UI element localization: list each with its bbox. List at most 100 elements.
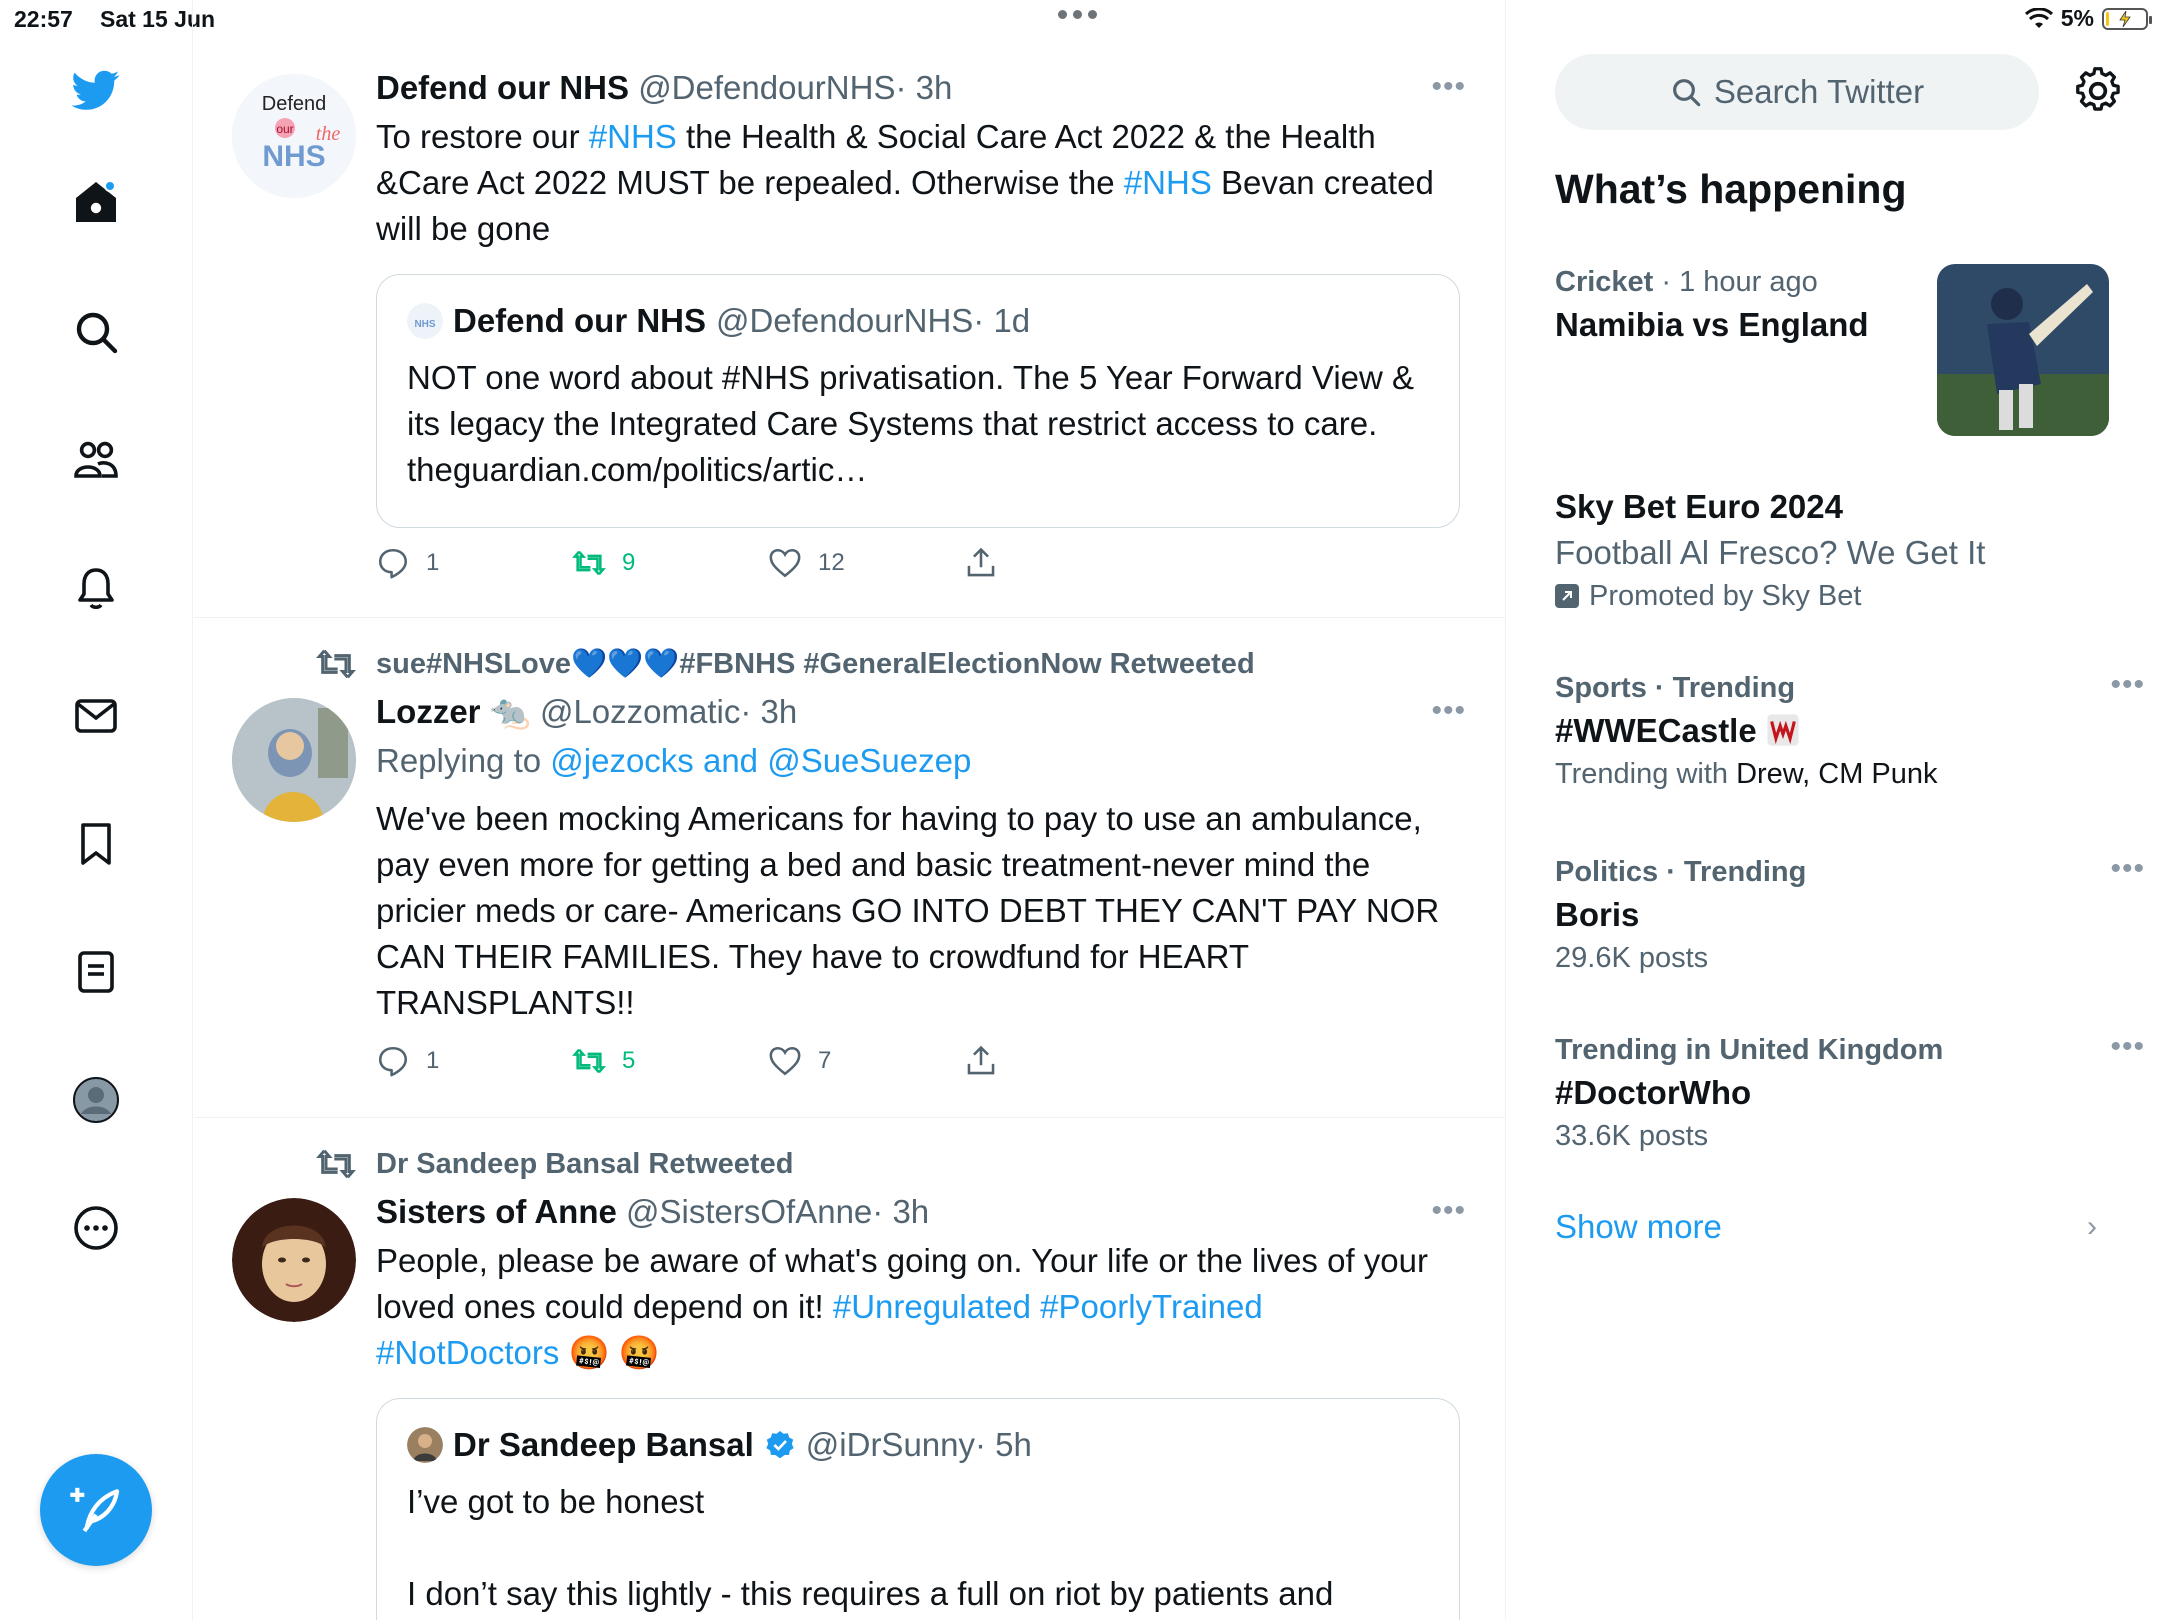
tweet-time[interactable]: · 3h xyxy=(895,69,952,106)
heart-icon xyxy=(769,1046,801,1076)
tweet-card[interactable]: Dr Sandeep Bansal Retweeted Sisters of A… xyxy=(194,1118,1505,1620)
trend-context: Trending in United Kingdom xyxy=(1555,1034,1944,1066)
tweet-more-button[interactable]: ••• xyxy=(1431,694,1466,728)
tweet-content: Lozzer 🐀 @Lozzomatic· 3h Replying to @je… xyxy=(376,690,1456,1026)
trend-post-count: 33.6K posts xyxy=(1555,1120,1709,1152)
quoted-tweet-text: NOT one word about #NHS privatisation. T… xyxy=(407,359,1415,488)
quoted-author-handle: @DefendourNHS· 1d xyxy=(716,302,1031,339)
author-handle[interactable]: @SistersOfAnne xyxy=(626,1193,872,1230)
author-handle[interactable]: @DefendourNHS xyxy=(638,69,895,106)
nav-notifications[interactable] xyxy=(64,556,128,620)
hashtag-link[interactable]: #NotDoctors xyxy=(376,1334,559,1371)
tweet-header: Lozzer 🐀 @Lozzomatic· 3h xyxy=(376,690,1456,734)
tweet-header: Defend our NHS @DefendourNHS· 3h xyxy=(376,66,1456,110)
svg-text:NHS: NHS xyxy=(262,140,325,173)
promoted-subtitle: Football Al Fresco? We Get It xyxy=(1555,534,1986,571)
quoted-tweet-header: NHS Defend our NHS @DefendourNHS· 1d xyxy=(407,299,1030,343)
trend-topic: #DoctorWho xyxy=(1555,1074,1752,1111)
hashtag-link[interactable]: #Unregulated #PoorlyTrained xyxy=(833,1288,1263,1325)
search-placeholder: Search Twitter xyxy=(1713,73,1925,110)
trend-topic: #WWECastle xyxy=(1555,708,2115,754)
chevron-right-icon[interactable]: › xyxy=(2087,1210,2097,1244)
reply-mention-link[interactable]: @jezocks and @SueSuezep xyxy=(550,742,971,779)
heart-icon xyxy=(769,548,801,578)
hashtag-link[interactable]: #NHS xyxy=(1124,164,1212,201)
tweet-text: To restore our #NHS the Health & Social … xyxy=(376,118,1434,247)
tweet-time[interactable]: · 3h xyxy=(740,693,797,730)
avatar[interactable] xyxy=(232,1198,356,1322)
trend-more-button[interactable]: ••• xyxy=(2110,668,2145,702)
like-button[interactable]: 12 xyxy=(768,546,845,580)
tweet-card[interactable]: Defend our the NHS Defend our NHS @Defen… xyxy=(194,40,1505,618)
compose-tweet-button[interactable] xyxy=(40,1454,152,1566)
nav-communities[interactable] xyxy=(64,428,128,492)
trend-topic: Sky Bet Euro 2024 xyxy=(1555,488,1843,525)
home-notification-dot xyxy=(104,180,116,192)
author-name[interactable]: Defend our NHS xyxy=(376,69,629,106)
author-name[interactable]: Lozzer 🐀 xyxy=(376,693,531,730)
quoted-author-name: Defend our NHS xyxy=(453,302,707,339)
nav-explore[interactable] xyxy=(64,300,128,364)
nav-home[interactable] xyxy=(64,170,128,234)
reply-button[interactable]: 1 xyxy=(376,546,439,580)
trend-post-count: 29.6K posts xyxy=(1555,942,1709,974)
tweet-actions: 1 5 7 xyxy=(376,1044,1076,1084)
quoted-author-name: Dr Sandeep Bansal xyxy=(453,1426,754,1463)
tweet-text: People, please be aware of what's going … xyxy=(376,1242,1428,1371)
trend-item[interactable]: Trending in United Kingdom #DoctorWho 33… xyxy=(1555,1030,2144,1156)
retweet-button[interactable]: 9 xyxy=(572,546,635,580)
tweet-time[interactable]: · 3h xyxy=(872,1193,929,1230)
quoted-tweet-text: I’ve got to be honest I don’t say this l… xyxy=(407,1483,1334,1612)
trend-item[interactable]: Sports · Trending #WWECastle Trending wi… xyxy=(1555,668,2144,794)
feather-plus-icon xyxy=(70,1487,120,1533)
trend-item[interactable]: Politics · Trending Boris 29.6K posts ••… xyxy=(1555,852,2144,978)
tweet-content: Defend our NHS @DefendourNHS· 3h To rest… xyxy=(376,66,1456,252)
trend-context: Politics · Trending xyxy=(1555,856,1807,888)
hashtag-link[interactable]: #NHS xyxy=(589,118,677,155)
author-handle[interactable]: @Lozzomatic xyxy=(540,693,740,730)
retweeted-by[interactable]: Dr Sandeep Bansal Retweeted xyxy=(376,1144,793,1184)
share-button[interactable] xyxy=(964,546,998,580)
nav-messages[interactable] xyxy=(64,684,128,748)
whats-happening-title: What’s happening xyxy=(1555,166,1907,212)
avatar[interactable] xyxy=(232,698,356,822)
quoted-tweet[interactable]: Dr Sandeep Bansal @iDrSunny· 5h I’ve got… xyxy=(376,1398,1460,1620)
twitter-logo-icon[interactable] xyxy=(64,58,128,122)
nav-bookmarks[interactable] xyxy=(64,812,128,876)
nav-profile[interactable] xyxy=(64,1068,128,1132)
reply-button[interactable]: 1 xyxy=(376,1044,439,1078)
trend-more-button[interactable]: ••• xyxy=(2110,1030,2145,1064)
svg-text:Defend: Defend xyxy=(262,93,327,115)
quoted-author-handle: @iDrSunny· 5h xyxy=(805,1426,1032,1463)
nav-more[interactable] xyxy=(64,1196,128,1260)
retweet-icon xyxy=(572,1048,606,1074)
show-more-link[interactable]: Show more xyxy=(1555,1208,1722,1246)
nav-lists[interactable] xyxy=(64,940,128,1004)
retweeted-by[interactable]: sue#NHSLove💙💙💙#FBNHS #GeneralElectionNow… xyxy=(376,644,1255,684)
tweet-more-button[interactable]: ••• xyxy=(1431,70,1466,104)
retweet-icon xyxy=(572,550,606,576)
quoted-tweet-header: Dr Sandeep Bansal @iDrSunny· 5h xyxy=(407,1423,1032,1467)
quoted-avatar xyxy=(407,1427,443,1463)
search-input[interactable]: Search Twitter xyxy=(1555,54,2039,130)
trend-image[interactable] xyxy=(1937,264,2109,436)
verified-badge-icon xyxy=(766,1431,794,1459)
tweet-card[interactable]: sue#NHSLove💙💙💙#FBNHS #GeneralElectionNow… xyxy=(194,618,1505,1118)
like-button[interactable]: 7 xyxy=(768,1044,831,1078)
trend-subtitle: Trending with Drew, CM Punk xyxy=(1555,758,1938,790)
trend-more-button[interactable]: ••• xyxy=(2110,852,2145,886)
left-nav xyxy=(0,0,193,1620)
reply-icon xyxy=(378,1046,408,1077)
promoted-trend-item[interactable]: Sky Bet Euro 2024 Football Al Fresco? We… xyxy=(1555,484,2115,616)
search-icon xyxy=(76,312,118,354)
promoted-by: Promoted by Sky Bet xyxy=(1555,576,2115,616)
share-button[interactable] xyxy=(964,1044,998,1078)
quoted-tweet[interactable]: NHS Defend our NHS @DefendourNHS· 1d NOT… xyxy=(376,274,1460,528)
retweet-button[interactable]: 5 xyxy=(572,1044,635,1078)
tweet-more-button[interactable]: ••• xyxy=(1431,1194,1466,1228)
search-icon xyxy=(1672,79,1701,107)
gear-icon[interactable] xyxy=(2073,66,2123,116)
avatar[interactable]: Defend our the NHS xyxy=(232,74,356,198)
trend-topic: Boris xyxy=(1555,896,1640,933)
author-name[interactable]: Sisters of Anne xyxy=(376,1193,617,1230)
